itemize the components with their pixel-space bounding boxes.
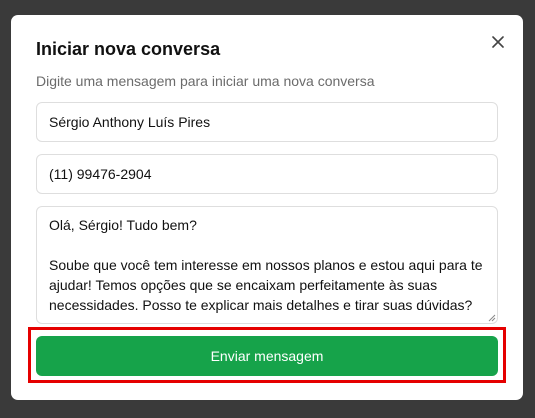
close-icon bbox=[492, 36, 504, 48]
phone-field[interactable] bbox=[36, 154, 498, 194]
dialog-title: Iniciar nova conversa bbox=[36, 39, 221, 59]
close-button[interactable] bbox=[487, 31, 509, 53]
resize-handle-icon[interactable] bbox=[488, 314, 496, 322]
highlight-box bbox=[28, 327, 506, 383]
message-textarea[interactable]: Olá, Sérgio! Tudo bem? Soube que você te… bbox=[36, 206, 498, 324]
dialog-subtitle: Digite uma mensagem para iniciar uma nov… bbox=[36, 73, 375, 89]
name-field[interactable] bbox=[36, 102, 498, 142]
